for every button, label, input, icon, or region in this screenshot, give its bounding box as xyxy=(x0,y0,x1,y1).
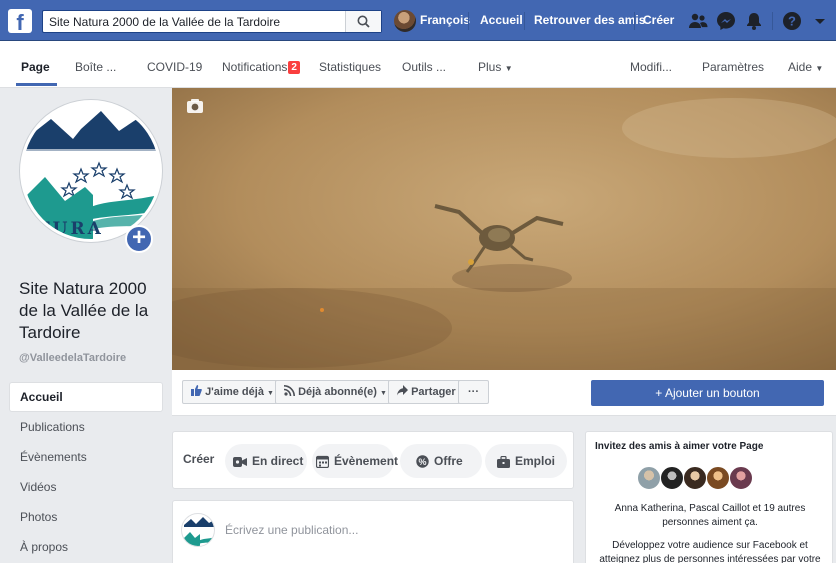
composer-placeholder[interactable]: Écrivez une publication... xyxy=(225,523,358,537)
nav-separator xyxy=(468,12,469,30)
logo-text: TURA xyxy=(37,219,104,239)
caret-down-icon: ▼ xyxy=(815,64,824,73)
go-live-button[interactable]: En direct xyxy=(225,444,307,478)
friend-avatar[interactable] xyxy=(706,466,730,490)
caret-down-icon: ▼ xyxy=(504,64,513,73)
svg-text:?: ? xyxy=(788,14,796,29)
rss-follow-icon xyxy=(283,385,295,397)
tab-tools[interactable]: Outils ... xyxy=(402,60,446,74)
nav-separator xyxy=(772,12,773,30)
calendar-icon xyxy=(315,455,330,469)
create-job-label: Emploi xyxy=(515,454,556,468)
search-icon xyxy=(357,15,370,28)
page-title: Site Natura 2000 de la Vallée de la Tard… xyxy=(19,279,149,342)
messenger-icon[interactable] xyxy=(716,11,736,31)
tab-notifications-label: Notifications xyxy=(222,60,288,74)
nav-separator xyxy=(524,12,525,30)
tab-more-label: Plus xyxy=(478,60,502,74)
page-action-bar: J'aime déjà ▼ Déjà abonné(e) ▼ Partager … xyxy=(172,370,836,416)
like-button-label: J'aime déjà xyxy=(205,386,264,398)
friend-avatar[interactable] xyxy=(660,466,684,490)
natura-logo-icon: TURA xyxy=(23,111,159,239)
invite-friends-card: Invitez des amis à aimer votre Page Anna… xyxy=(585,431,833,563)
sidebar-item-events[interactable]: Évènements xyxy=(10,443,162,471)
page-avatar xyxy=(181,513,215,547)
create-offer-button[interactable]: % Offre xyxy=(400,444,482,478)
search-input[interactable] xyxy=(43,11,343,32)
video-camera-icon xyxy=(233,457,247,467)
create-link[interactable]: Créer xyxy=(643,13,674,27)
sidebar-item-home[interactable]: Accueil xyxy=(10,383,162,411)
friend-avatar[interactable] xyxy=(637,466,661,490)
friend-avatar[interactable] xyxy=(683,466,707,490)
go-live-label: En direct xyxy=(252,454,304,468)
sidebar-item-about[interactable]: À propos xyxy=(10,533,162,561)
share-button-label: Partager xyxy=(411,386,456,398)
tab-page[interactable]: Page xyxy=(21,60,50,74)
left-column: TURA + Site Natura 2000 de la Vallée de … xyxy=(0,88,172,563)
friends-icon[interactable] xyxy=(688,11,708,31)
account-menu-arrow-icon[interactable] xyxy=(810,11,830,31)
friend-avatar[interactable] xyxy=(729,466,753,490)
follow-button[interactable]: Déjà abonné(e) ▼ xyxy=(275,380,396,404)
create-job-button[interactable]: Emploi xyxy=(485,444,567,478)
composer-card[interactable]: Écrivez une publication... xyxy=(172,500,574,563)
tab-help[interactable]: Aide ▼ xyxy=(788,60,823,74)
search-button[interactable] xyxy=(345,11,381,32)
offer-tag-icon: % xyxy=(416,455,429,468)
natura-logo-icon xyxy=(184,517,214,546)
caret-down-icon: ▼ xyxy=(267,390,274,397)
facebook-logo[interactable]: f xyxy=(8,9,32,33)
toad-in-water-image xyxy=(172,88,836,370)
thumbs-up-icon xyxy=(191,385,202,396)
invite-title[interactable]: Invitez des amis à aimer votre Page xyxy=(595,441,763,452)
share-button[interactable]: Partager xyxy=(388,380,465,404)
promo-text: Développez votre audience sur Facebook e… xyxy=(599,540,821,563)
liked-by-text: Anna Katherina, Pascal Caillot et 19 aut… xyxy=(614,503,806,528)
user-avatar[interactable] xyxy=(394,10,416,32)
tab-help-label: Aide xyxy=(788,60,813,74)
share-arrow-icon xyxy=(397,385,408,396)
add-profile-photo-icon[interactable]: + xyxy=(125,225,153,253)
page-tabs-bar: Page Boîte ... COVID-19 Notifications 2 S… xyxy=(0,41,836,88)
tab-statistics[interactable]: Statistiques xyxy=(319,60,381,74)
sidebar-item-videos[interactable]: Vidéos xyxy=(10,473,162,501)
help-icon[interactable]: ? xyxy=(782,11,802,31)
tab-edit[interactable]: Modifi... xyxy=(630,60,672,74)
follow-button-label: Déjà abonné(e) xyxy=(298,386,377,398)
add-button-cta[interactable]: + Ajouter un bouton xyxy=(591,380,824,406)
like-button[interactable]: J'aime déjà ▼ xyxy=(182,380,283,404)
cover-photo[interactable] xyxy=(172,88,836,370)
home-link[interactable]: Accueil xyxy=(480,13,523,27)
create-event-label: Évènement xyxy=(334,454,399,468)
top-navigation-bar: f François Accueil Retrouver des amis Cr… xyxy=(0,0,836,41)
nav-separator xyxy=(634,12,635,30)
tab-covid[interactable]: COVID-19 xyxy=(147,60,202,74)
notifications-count-badge: 2 xyxy=(288,61,300,74)
more-options-button[interactable]: ··· xyxy=(458,380,489,404)
briefcase-icon xyxy=(497,455,510,468)
tab-settings[interactable]: Paramètres xyxy=(702,60,764,74)
create-card: Créer En direct Évènement % Offre Emploi xyxy=(172,431,574,489)
user-profile-link[interactable]: François xyxy=(420,13,470,27)
profile-picture[interactable]: TURA xyxy=(20,100,162,242)
sidebar-item-photos[interactable]: Photos xyxy=(10,503,162,531)
create-event-button[interactable]: Évènement xyxy=(312,444,398,478)
find-friends-link[interactable]: Retrouver des amis xyxy=(534,13,645,27)
tab-inbox[interactable]: Boîte ... xyxy=(75,60,116,74)
create-offer-label: Offre xyxy=(434,454,463,468)
svg-text:%: % xyxy=(418,457,426,467)
notifications-bell-icon[interactable] xyxy=(744,11,764,31)
tab-notifications[interactable]: Notifications 2 xyxy=(222,60,300,74)
camera-icon[interactable] xyxy=(186,98,204,114)
page-handle[interactable]: @ValleedelaTardoire xyxy=(19,352,126,364)
create-label: Créer xyxy=(183,452,215,466)
active-tab-indicator xyxy=(16,83,57,86)
search-box xyxy=(42,10,382,33)
tab-more[interactable]: Plus ▼ xyxy=(478,60,513,74)
sidebar-item-posts[interactable]: Publications xyxy=(10,413,162,441)
caret-down-icon: ▼ xyxy=(379,390,387,397)
